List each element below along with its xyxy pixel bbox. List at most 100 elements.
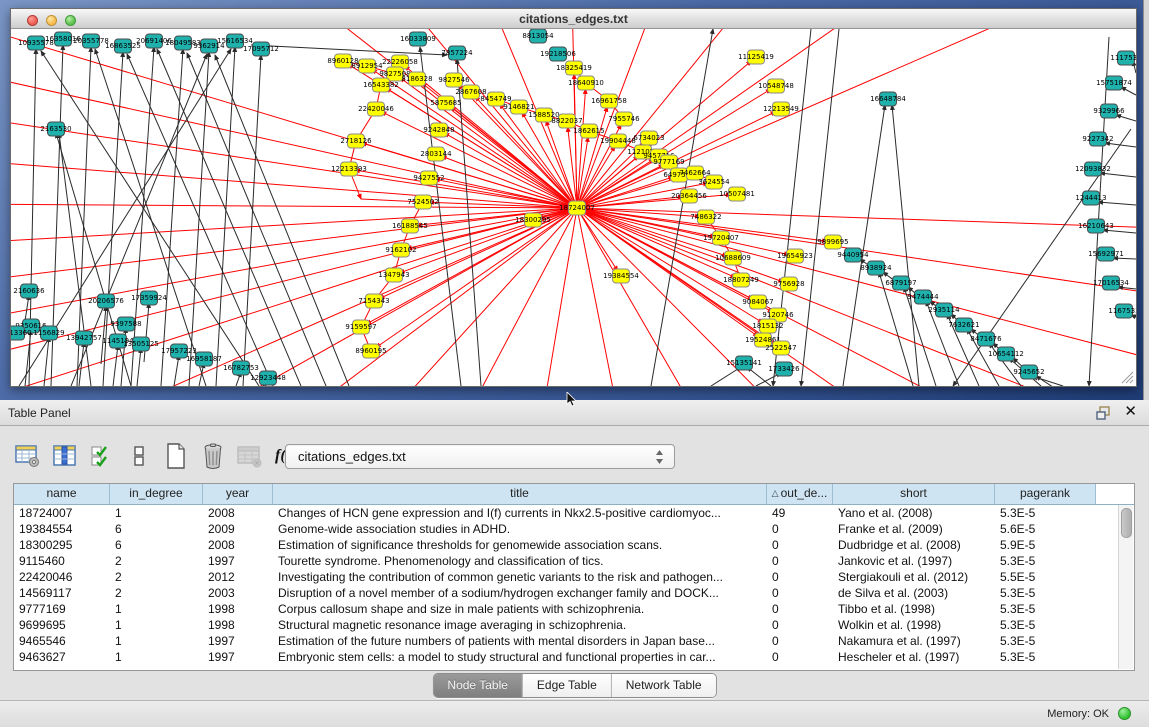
edge[interactable] xyxy=(113,345,118,386)
edge[interactable] xyxy=(1100,173,1136,177)
graph-node[interactable]: 15135141 xyxy=(726,356,762,370)
graph-node[interactable]: 13942757 xyxy=(66,331,102,345)
table-cell[interactable]: 9463627 xyxy=(14,649,110,665)
graph-node[interactable]: 19654923 xyxy=(777,249,813,263)
graph-node[interactable]: 10688609 xyxy=(715,251,751,265)
edge[interactable] xyxy=(11,29,577,208)
graph-node[interactable]: 18640910 xyxy=(568,76,604,90)
column-header-short[interactable]: short xyxy=(833,484,995,504)
table-cell[interactable]: 18724007 xyxy=(14,505,110,521)
graph-node[interactable]: 3624554 xyxy=(698,175,730,189)
edge[interactable] xyxy=(1113,258,1136,259)
graph-node[interactable]: 8186328 xyxy=(401,72,432,86)
table-row[interactable]: 977716911998Corpus callosum shape and si… xyxy=(14,601,1134,617)
graph-node[interactable]: 16648784 xyxy=(870,92,906,106)
table-cell[interactable]: 5.3E-5 xyxy=(995,649,1096,665)
column-header-year[interactable]: year xyxy=(203,484,273,504)
table-cell[interactable]: 2 xyxy=(110,569,203,585)
graph-node[interactable]: 10548748 xyxy=(758,79,794,93)
edge[interactable] xyxy=(577,29,1011,208)
graph-node[interactable]: 6879197 xyxy=(885,276,916,290)
vertical-scrollbar[interactable] xyxy=(1118,505,1133,669)
table-cell[interactable]: Wolkin et al. (1998) xyxy=(833,617,995,633)
edge[interactable] xyxy=(1121,87,1136,95)
table-cell[interactable]: 9115460 xyxy=(14,553,110,569)
new-table-icon[interactable] xyxy=(162,442,190,470)
table-cell[interactable]: 2008 xyxy=(203,537,273,553)
graph-node[interactable]: 9397588 xyxy=(110,317,141,331)
table-cell[interactable]: 18300295 xyxy=(14,537,110,553)
table-cell[interactable]: 1998 xyxy=(203,601,273,617)
graph-node[interactable]: 7154343 xyxy=(358,294,389,308)
table-cell[interactable]: Stergiakouli et al. (2012) xyxy=(833,569,995,585)
rows-icon[interactable] xyxy=(125,442,153,470)
table-cell[interactable]: 1 xyxy=(110,617,203,633)
table-cell[interactable]: 0 xyxy=(767,617,833,633)
table-cell[interactable]: Nakamura et al. (1997) xyxy=(833,633,995,649)
table-cell[interactable]: 5.3E-5 xyxy=(995,585,1096,601)
edge[interactable] xyxy=(1098,202,1136,205)
edge[interactable] xyxy=(25,330,31,386)
edge[interactable] xyxy=(127,54,273,386)
graph-node[interactable]: 9245652 xyxy=(1013,365,1044,379)
table-row[interactable]: 969969511998Structural magnetic resonanc… xyxy=(14,617,1134,633)
graph-node[interactable]: 7857224 xyxy=(441,46,473,60)
table-cell[interactable]: 1 xyxy=(110,601,203,617)
table-cell[interactable]: 9465546 xyxy=(14,633,110,649)
float-panel-icon[interactable] xyxy=(1096,406,1111,420)
edge[interactable] xyxy=(407,208,577,249)
table-row[interactable]: 1456911722003Disruption of a novel membe… xyxy=(14,585,1134,601)
graph-node[interactable]: 20355778 xyxy=(73,34,109,48)
graph-node[interactable]: 12213393 xyxy=(331,162,367,176)
table-row[interactable]: 1938455462009Genome-wide association stu… xyxy=(14,521,1134,537)
table-row[interactable]: 1872400712008Changes of HCN gene express… xyxy=(14,505,1134,521)
edge[interactable] xyxy=(1116,115,1136,121)
table-cell[interactable]: Hescheler et al. (1997) xyxy=(833,649,995,665)
edge[interactable] xyxy=(161,49,183,386)
graph-node[interactable]: 2718126 xyxy=(340,134,372,148)
table-cell[interactable]: 1 xyxy=(110,649,203,665)
table-cell[interactable]: Franke et al. (2009) xyxy=(833,521,995,537)
graph-node[interactable]: 1862615 xyxy=(573,124,604,138)
table-cell[interactable]: 0 xyxy=(767,633,833,649)
table-cell[interactable]: 6 xyxy=(110,521,203,537)
table-cell[interactable]: 6 xyxy=(110,537,203,553)
table-cell[interactable]: 5.3E-5 xyxy=(995,505,1096,521)
network-graph[interactable]: 8960128891295422226058982750816543382818… xyxy=(11,29,1136,386)
graph-node[interactable]: 18807249 xyxy=(723,273,759,287)
graph-node[interactable]: 2803144 xyxy=(420,147,452,161)
column-visibility-icon[interactable] xyxy=(51,442,79,470)
window-titlebar[interactable]: citations_edges.txt xyxy=(11,9,1136,29)
edge[interactable] xyxy=(577,89,586,208)
column-header-pagerank[interactable]: pagerank xyxy=(995,484,1096,504)
graph-node[interactable]: 1156829 xyxy=(33,326,64,340)
table-cell[interactable]: Investigating the contribution of common… xyxy=(273,569,767,585)
table-cell[interactable]: 0 xyxy=(767,521,833,537)
table-cell[interactable]: 2009 xyxy=(203,521,273,537)
graph-node[interactable]: 9440954 xyxy=(837,248,869,262)
graph-node[interactable]: 20206576 xyxy=(88,294,124,308)
edge[interactable] xyxy=(243,55,261,386)
delete-table-icon[interactable] xyxy=(199,442,227,470)
graph-node[interactable]: 9756928 xyxy=(773,277,804,291)
column-header-out_de[interactable]: △out_de... xyxy=(767,484,833,504)
table-cell[interactable]: Estimation of significance thresholds fo… xyxy=(273,537,767,553)
graph-node[interactable]: 12923448 xyxy=(250,371,286,385)
graph-node[interactable]: 20364456 xyxy=(671,189,707,203)
table-cell[interactable]: 5.9E-5 xyxy=(995,537,1096,553)
table-cell[interactable]: Embryonic stem cells: a model to study s… xyxy=(273,649,767,665)
graph-node[interactable]: 10507481 xyxy=(719,187,755,201)
table-cell[interactable]: 49 xyxy=(767,505,833,521)
table-cell[interactable]: 2 xyxy=(110,585,203,601)
graph-node[interactable]: 2163530 xyxy=(40,122,71,136)
tab-node-table[interactable]: Node Table xyxy=(433,674,523,697)
network-window[interactable]: citations_edges.txt 89601288912954222260… xyxy=(10,8,1137,387)
table-cell[interactable]: Yano et al. (2008) xyxy=(833,505,995,521)
graph-node[interactable]: 17095712 xyxy=(243,42,279,56)
table-cell[interactable]: Tibbo et al. (1998) xyxy=(833,601,995,617)
table-cell[interactable]: 5.6E-5 xyxy=(995,521,1096,537)
table-cell[interactable]: 2 xyxy=(110,553,203,569)
edge[interactable] xyxy=(577,208,1136,369)
table-cell[interactable]: 1997 xyxy=(203,553,273,569)
row-select-icon[interactable] xyxy=(88,442,116,470)
